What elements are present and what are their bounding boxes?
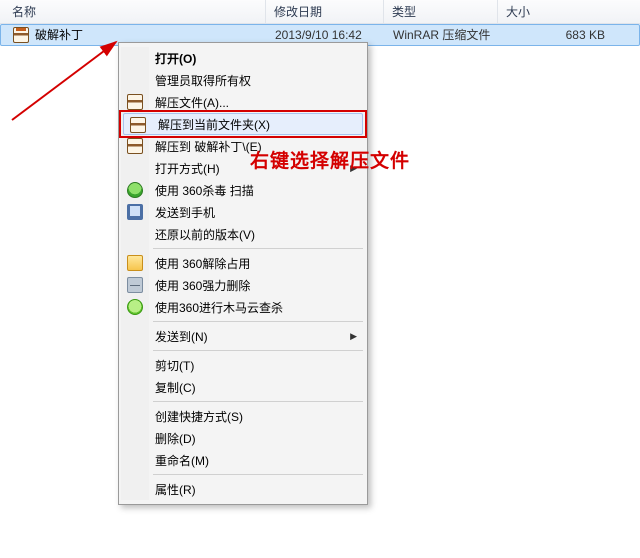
menu-separator — [153, 321, 363, 322]
phone-icon — [127, 204, 143, 220]
shredder-icon — [127, 277, 143, 293]
menu-delete[interactable]: 删除(D) — [121, 427, 365, 449]
rar-archive-icon — [13, 27, 29, 43]
menu-properties[interactable]: 属性(R) — [121, 478, 365, 500]
menu-rename[interactable]: 重命名(M) — [121, 449, 365, 471]
menu-copy[interactable]: 复制(C) — [121, 376, 365, 398]
explorer-column-header: 名称 修改日期 类型 大小 — [0, 0, 640, 24]
header-name[interactable]: 名称 — [4, 0, 266, 23]
menu-360-scan[interactable]: 使用 360杀毒 扫描 — [121, 179, 365, 201]
menu-create-shortcut[interactable]: 创建快捷方式(S) — [121, 405, 365, 427]
menu-360-shred[interactable]: 使用 360强力删除 — [121, 274, 365, 296]
file-name: 破解补丁 — [35, 25, 83, 45]
menu-separator — [153, 401, 363, 402]
menu-360-cloudscan[interactable]: 使用360进行木马云查杀 — [121, 296, 365, 318]
shield-icon — [127, 182, 143, 198]
rar-icon — [127, 138, 143, 154]
menu-admin-own[interactable]: 管理员取得所有权 — [121, 69, 365, 91]
file-type: WinRAR 压缩文件 — [385, 25, 499, 45]
menu-restore-version[interactable]: 还原以前的版本(V) — [121, 223, 365, 245]
menu-send-phone[interactable]: 发送到手机 — [121, 201, 365, 223]
menu-separator — [153, 350, 363, 351]
menu-open[interactable]: 打开(O) — [121, 47, 365, 69]
header-date[interactable]: 修改日期 — [266, 0, 384, 23]
rar-icon — [130, 117, 146, 133]
menu-extract-files[interactable]: 解压文件(A)... — [121, 91, 365, 113]
menu-open-with[interactable]: 打开方式(H) — [121, 157, 365, 179]
header-type[interactable]: 类型 — [384, 0, 498, 23]
rar-icon — [127, 94, 143, 110]
annotation-arrow — [8, 36, 124, 126]
menu-extract-to-folder[interactable]: 解压到 破解补丁\(E) — [121, 135, 365, 157]
header-size[interactable]: 大小 — [498, 0, 636, 23]
context-menu: 打开(O) 管理员取得所有权 解压文件(A)... 解压到当前文件夹(X) 解压… — [118, 42, 368, 505]
menu-separator — [153, 474, 363, 475]
menu-separator — [153, 248, 363, 249]
menu-extract-here[interactable]: 解压到当前文件夹(X) — [123, 113, 363, 135]
menu-360-unlock[interactable]: 使用 360解除占用 — [121, 252, 365, 274]
menu-send-to[interactable]: 发送到(N) — [121, 325, 365, 347]
folder-icon — [127, 255, 143, 271]
file-size: 683 KB — [499, 25, 635, 45]
cloud-scan-icon — [127, 299, 143, 315]
menu-cut[interactable]: 剪切(T) — [121, 354, 365, 376]
